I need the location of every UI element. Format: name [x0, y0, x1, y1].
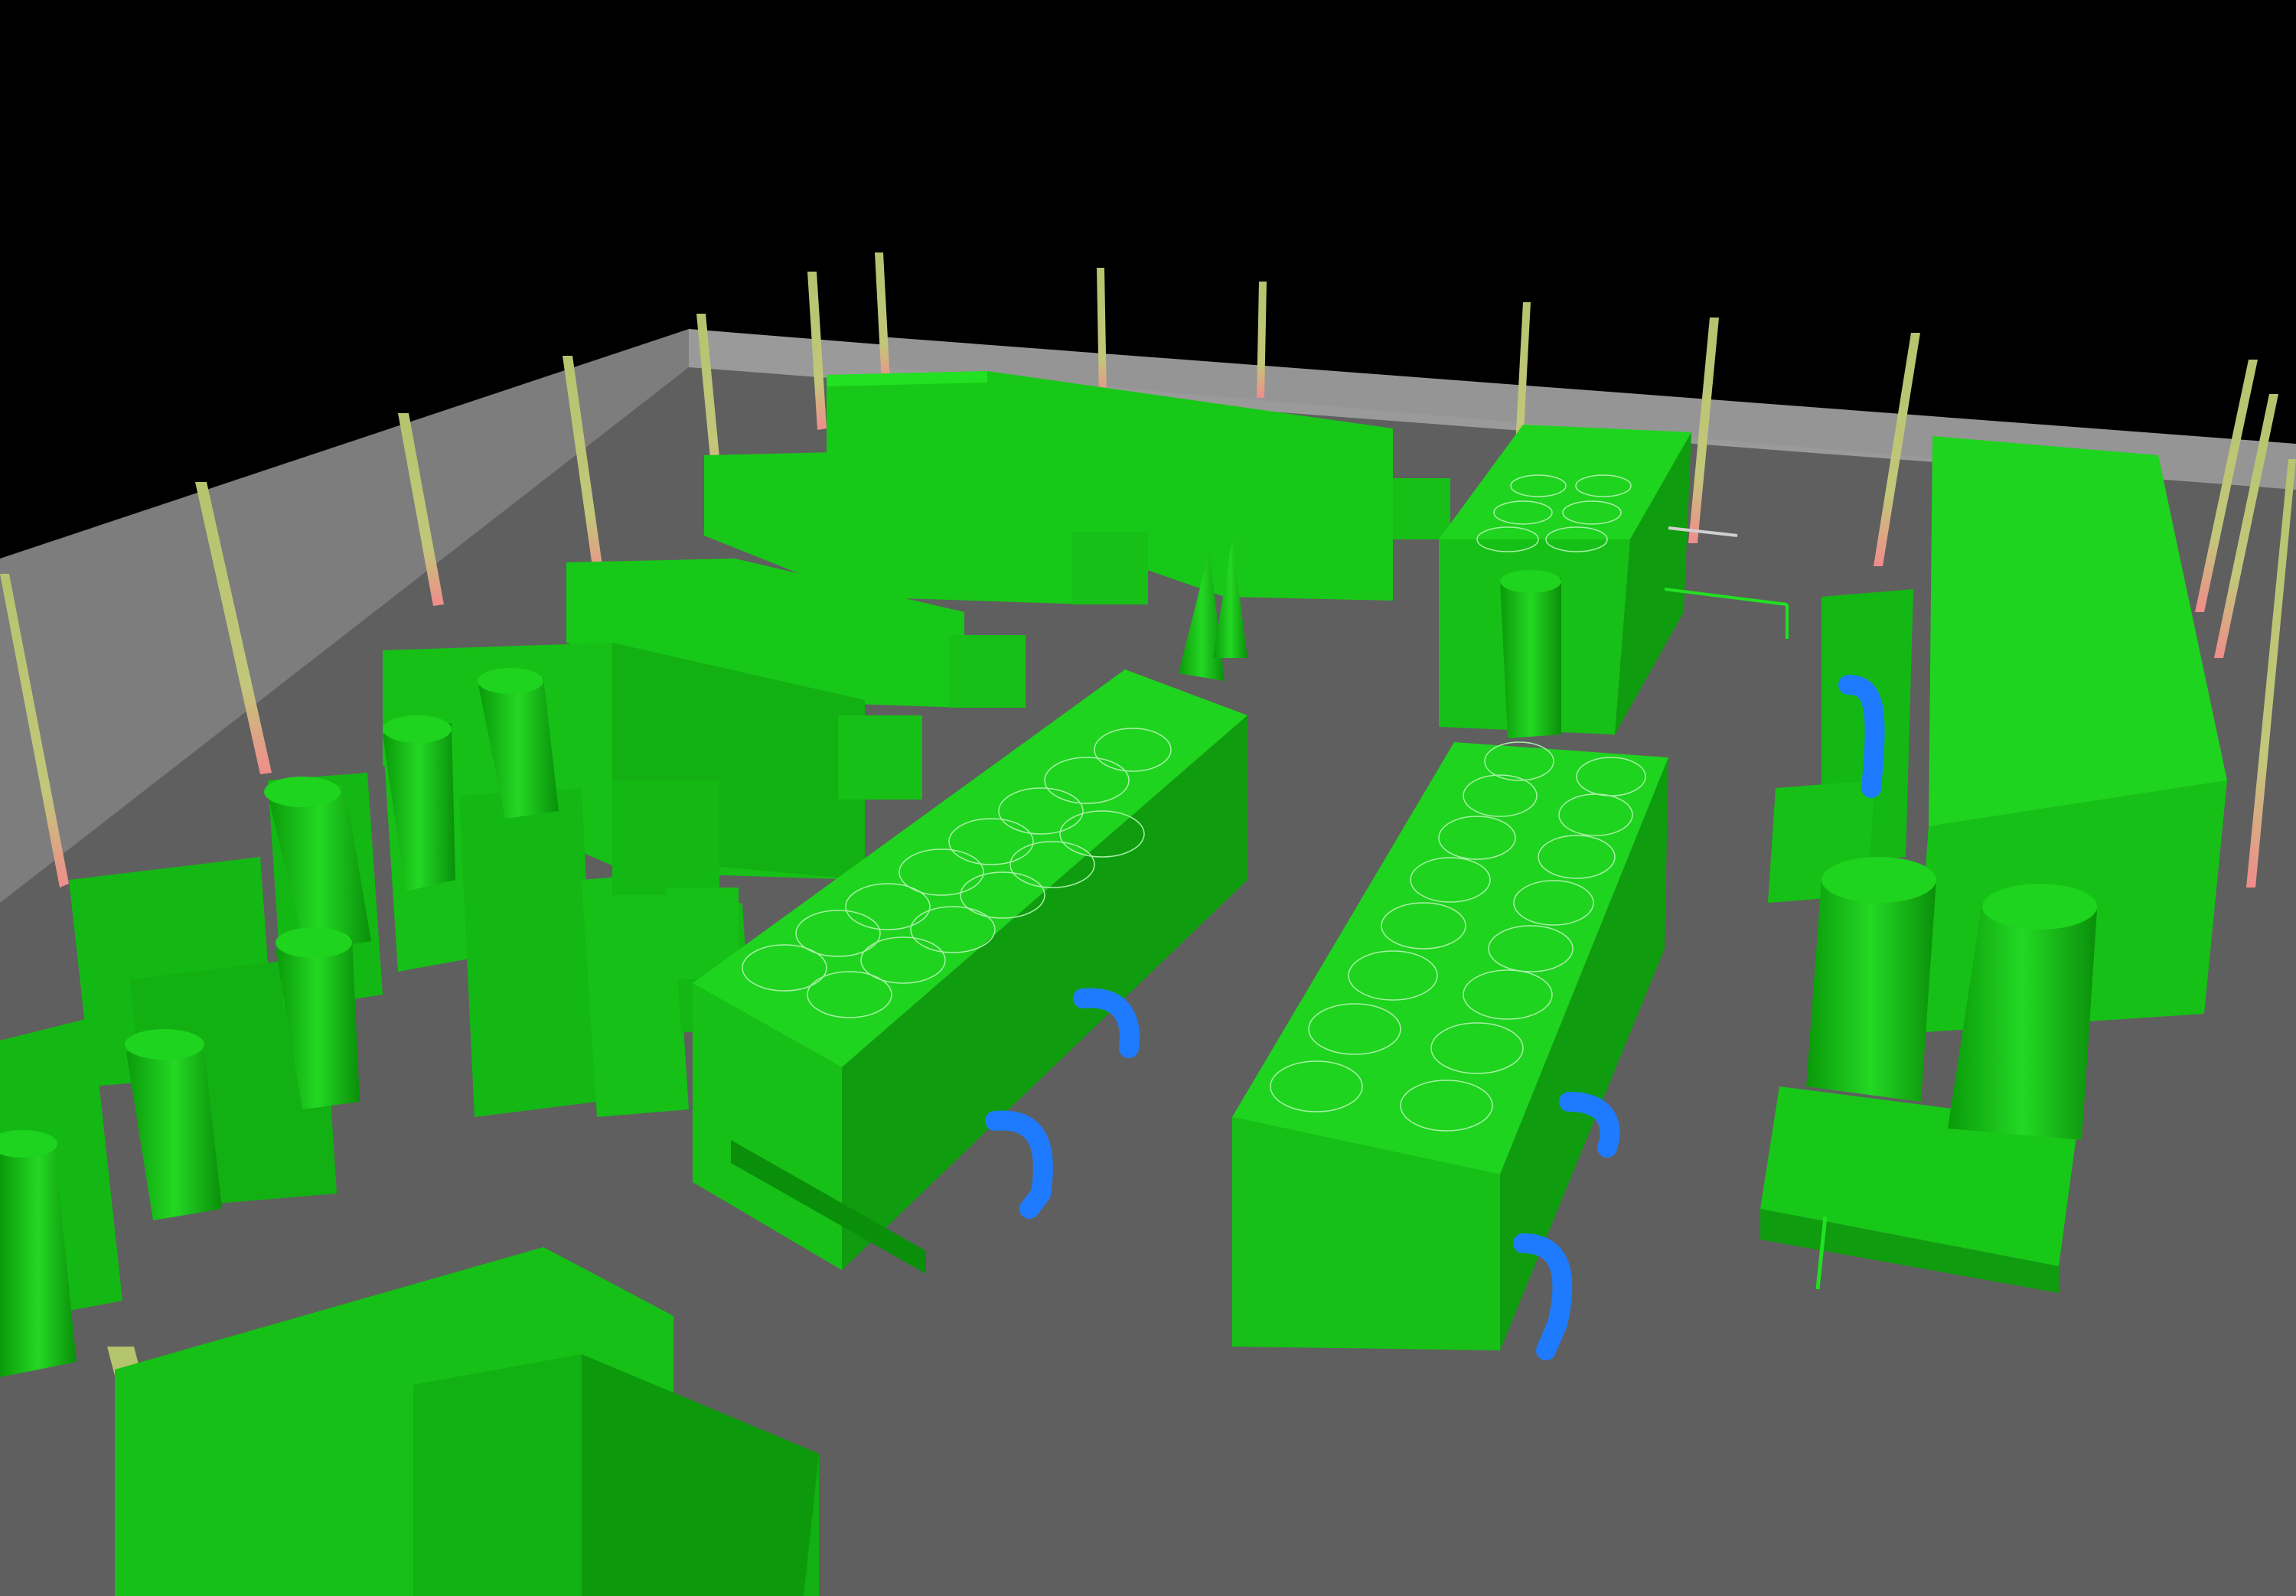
3d-viewport[interactable] — [0, 0, 2296, 1596]
exhaust-cone — [1806, 880, 1936, 1102]
exhaust-cone — [1500, 578, 1561, 738]
